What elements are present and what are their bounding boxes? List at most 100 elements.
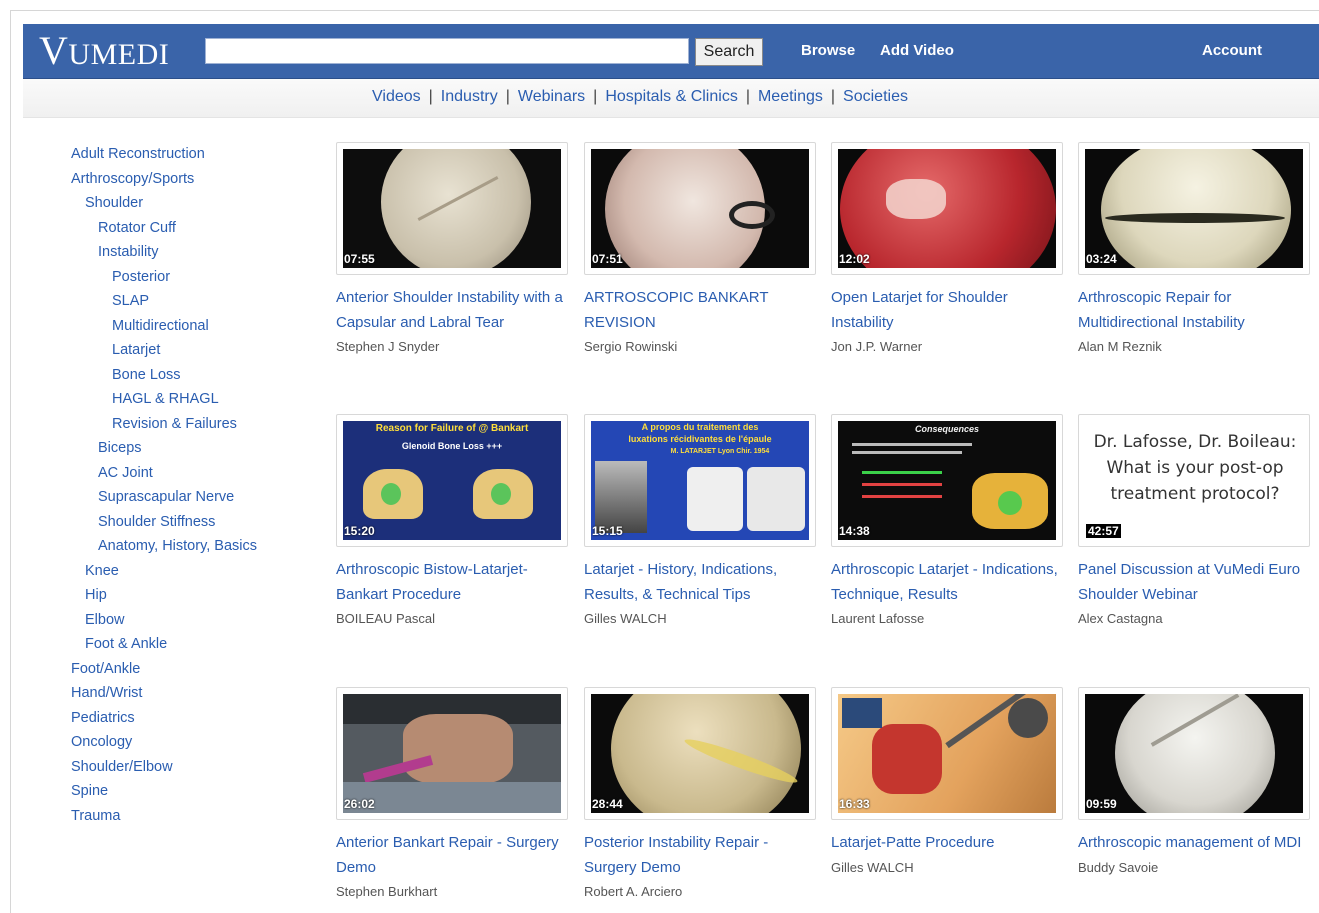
sidebar-item-hand-wrist[interactable]: Hand/Wrist [71, 681, 311, 706]
video-card[interactable]: A propos du traitement des luxations réc… [584, 414, 816, 631]
video-thumbnail[interactable]: Consequences 14:38 [831, 414, 1063, 547]
video-thumbnail[interactable]: Dr. Lafosse, Dr. Boileau: What is your p… [1078, 414, 1310, 547]
sidebar-item-oncology[interactable]: Oncology [71, 730, 311, 755]
slide-subheading: Glenoid Bone Loss +++ [401, 441, 503, 451]
video-title-link[interactable]: Arthroscopic Repair for Multidirectional… [1078, 286, 1310, 335]
sidebar-item-adult-reconstruction[interactable]: Adult Reconstruction [71, 142, 311, 167]
sidebar-item-spine[interactable]: Spine [71, 779, 311, 804]
subnav-separator: | [745, 88, 750, 105]
slide-heading: A propos du traitement des [641, 422, 759, 432]
video-title-link[interactable]: Anterior Bankart Repair - Surgery Demo [336, 831, 568, 880]
video-duration: 07:51 [592, 252, 623, 266]
video-title-link[interactable]: ARTROSCOPIC BANKART REVISION [584, 286, 816, 335]
sidebar-item-anatomy-history-basics[interactable]: Anatomy, History, Basics [71, 534, 311, 559]
video-thumbnail[interactable]: Reason for Failure of @ Bankart Glenoid … [336, 414, 568, 547]
search-input[interactable] [205, 38, 689, 64]
video-thumbnail[interactable]: 12:02 [831, 142, 1063, 275]
video-title-link[interactable]: Posterior Instability Repair - Surgery D… [584, 831, 816, 880]
video-title-link[interactable]: Latarjet - History, Indications, Results… [584, 558, 816, 607]
video-title-link[interactable]: Arthroscopic Bistow-Latarjet-Bankart Pro… [336, 558, 568, 607]
video-card[interactable]: 07:51 ARTROSCOPIC BANKART REVISION Sergi… [584, 142, 816, 359]
sidebar-item-knee[interactable]: Knee [71, 559, 311, 584]
video-card[interactable]: 16:33 Latarjet-Patte Procedure Gilles WA… [831, 687, 1063, 880]
sidebar-item-hagl-rhagl[interactable]: HAGL & RHAGL [71, 387, 311, 412]
video-card[interactable]: 03:24 Arthroscopic Repair for Multidirec… [1078, 142, 1310, 359]
video-thumbnail[interactable]: A propos du traitement des luxations réc… [584, 414, 816, 547]
search-button[interactable]: Search [695, 38, 763, 66]
video-author: Robert A. Arciero [584, 884, 683, 899]
subnav-videos[interactable]: Videos [372, 88, 421, 105]
sidebar-item-slap[interactable]: SLAP [71, 289, 311, 314]
subnav-separator: | [830, 88, 836, 105]
sidebar-item-ac-joint[interactable]: AC Joint [71, 461, 311, 486]
sidebar-item-posterior[interactable]: Posterior [71, 265, 311, 290]
video-title-link[interactable]: Arthroscopic management of MDI [1078, 831, 1310, 856]
video-card[interactable]: Consequences 14:38 Arthroscopic Latarjet… [831, 414, 1063, 631]
subnav-hospitals-clinics[interactable]: Hospitals & Clinics [605, 88, 737, 105]
video-duration: 07:55 [344, 252, 375, 266]
sidebar-item-revision-failures[interactable]: Revision & Failures [71, 412, 311, 437]
sidebar-item-elbow[interactable]: Elbow [71, 608, 311, 633]
sidebar-item-trauma[interactable]: Trauma [71, 804, 311, 829]
video-title-link[interactable]: Latarjet-Patte Procedure [831, 831, 1063, 856]
video-duration: 03:24 [1086, 252, 1117, 266]
video-duration: 15:15 [592, 524, 623, 538]
video-card[interactable]: 12:02 Open Latarjet for Shoulder Instabi… [831, 142, 1063, 359]
video-title-link[interactable]: Arthroscopic Latarjet - Indications, Tec… [831, 558, 1063, 607]
sidebar-item-pediatrics[interactable]: Pediatrics [71, 706, 311, 731]
sidebar-item-shoulder-stiffness[interactable]: Shoulder Stiffness [71, 510, 311, 535]
sidebar-item-multidirectional[interactable]: Multidirectional [71, 314, 311, 339]
top-header-bar: VUMEDI Search Browse Add Video Account [23, 24, 1319, 79]
video-author: Stephen J Snyder [336, 339, 440, 354]
sidebar-item-instability[interactable]: Instability [71, 240, 311, 265]
video-title-link[interactable]: Panel Discussion at VuMedi Euro Shoulder… [1078, 558, 1310, 607]
video-thumbnail[interactable]: 07:55 [336, 142, 568, 275]
subnav-meetings[interactable]: Meetings [758, 88, 823, 105]
video-thumbnail[interactable]: 09:59 [1078, 687, 1310, 820]
sidebar-item-shoulder[interactable]: Shoulder [71, 191, 311, 216]
video-thumbnail[interactable]: 26:02 [336, 687, 568, 820]
vumedi-logo[interactable]: VUMEDI [39, 28, 169, 74]
video-duration: 12:02 [839, 252, 870, 266]
video-card[interactable]: 26:02 Anterior Bankart Repair - Surgery … [336, 687, 568, 904]
sidebar-item-arthroscopy-sports[interactable]: Arthroscopy/Sports [71, 167, 311, 192]
sidebar-item-latarjet[interactable]: Latarjet [71, 338, 311, 363]
video-card[interactable]: 28:44 Posterior Instability Repair - Sur… [584, 687, 816, 904]
video-card[interactable]: 07:55 Anterior Shoulder Instability with… [336, 142, 568, 359]
sidebar-item-rotator-cuff[interactable]: Rotator Cuff [71, 216, 311, 241]
subnav-societies[interactable]: Societies [843, 88, 908, 105]
video-title-link[interactable]: Anterior Shoulder Instability with a Cap… [336, 286, 568, 335]
sidebar-item-hip[interactable]: Hip [71, 583, 311, 608]
logo-letters-medi: MEDI [90, 38, 170, 71]
account-link[interactable]: Account [1202, 42, 1262, 59]
video-thumbnail[interactable]: 16:33 [831, 687, 1063, 820]
browse-link[interactable]: Browse [801, 42, 855, 59]
video-thumbnail[interactable]: 28:44 [584, 687, 816, 820]
video-duration: 28:44 [592, 797, 623, 811]
sidebar-item-suprascapular-nerve[interactable]: Suprascapular Nerve [71, 485, 311, 510]
add-video-link[interactable]: Add Video [880, 42, 954, 59]
slide-heading: Reason for Failure of @ Bankart [375, 423, 529, 434]
video-author: Stephen Burkhart [336, 884, 438, 899]
video-card[interactable]: Dr. Lafosse, Dr. Boileau: What is your p… [1078, 414, 1310, 631]
video-author: Alan M Reznik [1078, 339, 1162, 354]
slide-question-text: Dr. Lafosse, Dr. Boileau: What is your p… [1093, 432, 1297, 504]
sidebar-item-bone-loss[interactable]: Bone Loss [71, 363, 311, 388]
video-thumbnail[interactable]: 03:24 [1078, 142, 1310, 275]
sidebar-item-shoulder-elbow[interactable]: Shoulder/Elbow [71, 755, 311, 780]
video-thumbnail[interactable]: 07:51 [584, 142, 816, 275]
slide-citation: M. LATARJET Lyon Chir. 1954 [670, 448, 770, 455]
video-title-link[interactable]: Open Latarjet for Shoulder Instability [831, 286, 1063, 335]
sidebar-item-foot-and-ankle[interactable]: Foot & Ankle [71, 632, 311, 657]
video-card[interactable]: Reason for Failure of @ Bankart Glenoid … [336, 414, 568, 631]
category-sidebar: Adult Reconstruction Arthroscopy/Sports … [71, 142, 311, 828]
subnav-webinars[interactable]: Webinars [518, 88, 585, 105]
video-duration: 09:59 [1086, 797, 1117, 811]
video-card[interactable]: 09:59 Arthroscopic management of MDI Bud… [1078, 687, 1310, 880]
slide-heading: Consequences [914, 424, 980, 434]
video-author: Sergio Rowinski [584, 339, 678, 354]
sidebar-item-foot-ankle[interactable]: Foot/Ankle [71, 657, 311, 682]
video-author: Gilles WALCH [584, 611, 667, 626]
subnav-industry[interactable]: Industry [441, 88, 498, 105]
sidebar-item-biceps[interactable]: Biceps [71, 436, 311, 461]
